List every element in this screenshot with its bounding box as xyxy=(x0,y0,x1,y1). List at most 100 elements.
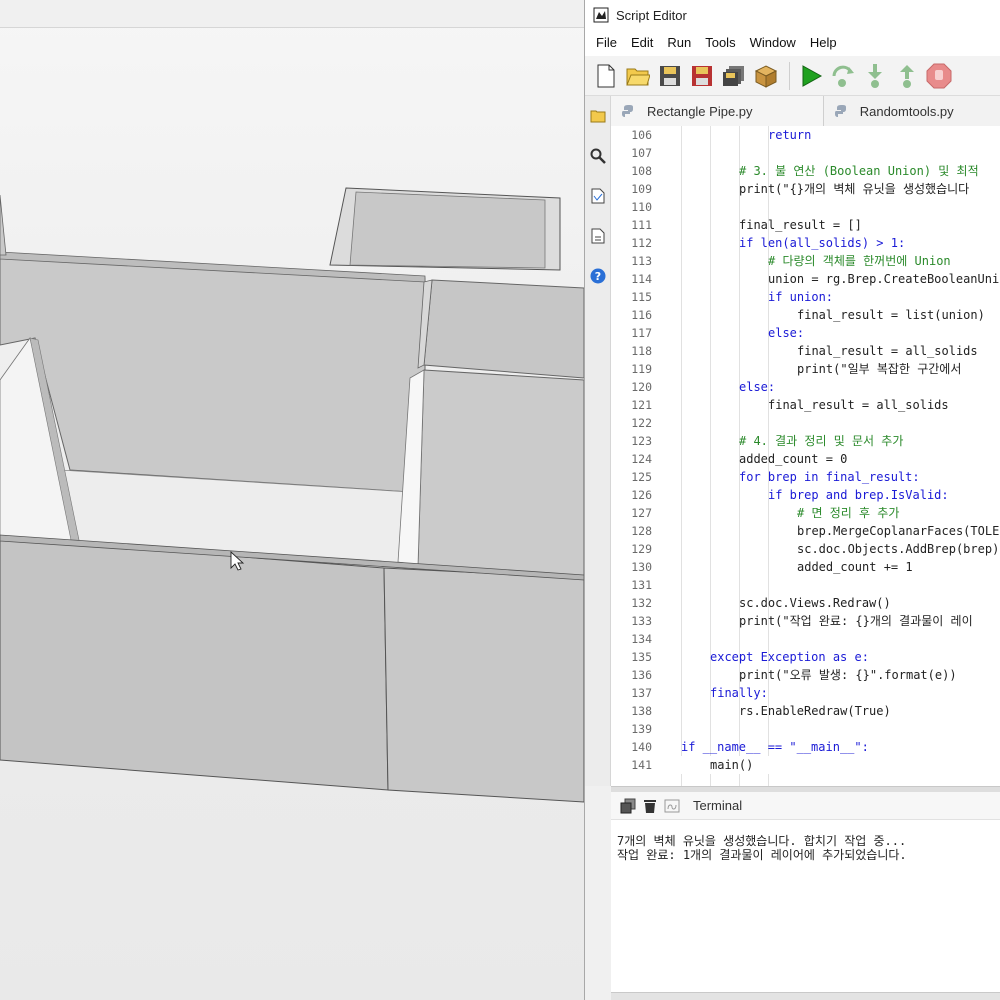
code-line: 128 brep.MergeCoplanarFaces(TOLE xyxy=(611,522,1000,540)
line-number: 107 xyxy=(631,146,652,160)
bottom-panel-tabs[interactable] xyxy=(611,992,1000,1000)
line-number: 114 xyxy=(631,272,652,286)
line-number: 124 xyxy=(631,452,652,466)
tab-rectangle-pipe[interactable]: Rectangle Pipe.py xyxy=(611,96,824,126)
line-number: 113 xyxy=(631,254,652,268)
tab-randomtools[interactable]: Randomtools.py xyxy=(823,96,1000,126)
menu-edit[interactable]: Edit xyxy=(624,30,660,56)
menu-run[interactable]: Run xyxy=(660,30,698,56)
menu-window[interactable]: Window xyxy=(743,30,803,56)
save-button[interactable] xyxy=(655,61,685,91)
line-number: 108 xyxy=(631,164,652,178)
document-button[interactable] xyxy=(585,176,611,216)
save-all-button[interactable] xyxy=(719,61,749,91)
line-number: 120 xyxy=(631,380,652,394)
file-icon xyxy=(591,228,605,244)
trash-icon xyxy=(644,799,656,813)
code-line: 136 print("오류 발생: {}".format(e)) xyxy=(611,666,1000,684)
line-number: 119 xyxy=(631,362,652,376)
code-lines: 106 return 107 108 # 3. 불 연산 (Boolean Union)… xyxy=(611,126,1000,774)
code-text: # 다량의 객체를 한꺼번에 Union xyxy=(768,254,951,268)
python-file-icon xyxy=(622,105,633,117)
code-text: final_result = list(union) xyxy=(797,308,985,322)
line-number: 106 xyxy=(631,128,652,142)
code-text: # 면 정리 후 추가 xyxy=(797,506,900,520)
line-number: 126 xyxy=(631,488,652,502)
right-middle-wall xyxy=(417,369,584,579)
tab-label: Rectangle Pipe.py xyxy=(647,103,753,119)
code-text: print("{}개의 벽체 유닛을 생성했습니다 xyxy=(739,182,970,196)
run-button[interactable] xyxy=(796,61,826,91)
step-over-button[interactable] xyxy=(828,61,858,91)
wrap-output-button[interactable] xyxy=(661,795,683,817)
editor-side-strip: ? xyxy=(585,96,611,786)
line-number: 132 xyxy=(631,596,652,610)
code-line: 122 xyxy=(611,414,1000,432)
help-icon: ? xyxy=(590,268,606,284)
back-wall-right-inner xyxy=(349,191,546,269)
code-line: 118 final_result = all_solids xyxy=(611,342,1000,360)
line-number: 134 xyxy=(631,632,652,646)
search-button[interactable] xyxy=(585,136,611,176)
line-number: 136 xyxy=(631,668,652,682)
editor-toolbar xyxy=(585,56,1000,96)
code-text: union = rg.Brep.CreateBooleanUni xyxy=(768,272,1000,286)
code-text: added_count += 1 xyxy=(797,560,913,574)
new-file-button[interactable] xyxy=(591,61,621,91)
folder-icon xyxy=(590,110,606,123)
line-number: 112 xyxy=(631,236,652,250)
copy-icon xyxy=(620,798,636,813)
copy-output-button[interactable] xyxy=(617,795,639,817)
terminal-output[interactable]: 7개의 벽체 유닛을 생성했습니다. 합치기 작업 중... 작업 완료: 1개의… xyxy=(611,820,1000,862)
save-as-icon xyxy=(692,65,712,86)
code-text: if __name__ == "__main__": xyxy=(681,740,869,754)
run-icon xyxy=(802,64,823,87)
step-out-button[interactable] xyxy=(892,61,922,91)
code-text: rs.EnableRedraw(True) xyxy=(739,704,891,718)
step-into-icon xyxy=(868,63,882,88)
code-text: print("일부 복잡한 구간에서 xyxy=(797,362,962,376)
clear-output-button[interactable] xyxy=(639,795,661,817)
code-line: 133 print("작업 완료: {}개의 결과물이 레이 xyxy=(611,612,1000,630)
script-editor-window: Script Editor File Edit Run Tools Window… xyxy=(584,0,1000,1000)
explorer-button[interactable] xyxy=(585,96,611,136)
svg-text:?: ? xyxy=(595,270,601,283)
file-button[interactable] xyxy=(585,216,611,256)
code-text: else: xyxy=(739,380,776,394)
code-line: 120 else: xyxy=(611,378,1000,396)
tab-label: Randomtools.py xyxy=(859,103,954,119)
line-number: 137 xyxy=(631,686,652,700)
menu-file[interactable]: File xyxy=(589,30,624,56)
code-line: 140 if __name__ == "__main__": xyxy=(611,738,1000,756)
code-line: 123 # 4. 결과 정리 및 문서 추가 xyxy=(611,432,1000,450)
code-line: 129 sc.doc.Objects.AddBrep(brep) xyxy=(611,540,1000,558)
package-icon xyxy=(754,64,778,88)
package-button[interactable] xyxy=(751,61,781,91)
rhino-app-icon xyxy=(593,7,609,23)
code-editor[interactable]: 106 return 107 108 # 3. 불 연산 (Boolean Union)… xyxy=(611,126,1000,786)
line-number: 139 xyxy=(631,722,652,736)
code-text: else: xyxy=(768,326,805,340)
code-text: # 3. 불 연산 (Boolean Union) 및 최적 xyxy=(739,164,979,178)
code-text: final_result = [] xyxy=(739,218,862,232)
rhino-viewport[interactable] xyxy=(0,0,584,1000)
code-text: if brep and brep.IsValid: xyxy=(768,488,949,502)
open-file-button[interactable] xyxy=(623,61,653,91)
far-left-wall xyxy=(0,194,7,256)
code-line: 124 added_count = 0 xyxy=(611,450,1000,468)
new-file-icon xyxy=(597,64,615,87)
code-line: 111 final_result = [] xyxy=(611,216,1000,234)
menu-tools[interactable]: Tools xyxy=(698,30,742,56)
code-line: 108 # 3. 불 연산 (Boolean Union) 및 최적 xyxy=(611,162,1000,180)
stop-button[interactable] xyxy=(924,61,954,91)
save-as-button[interactable] xyxy=(687,61,717,91)
code-text: print("작업 완료: {}개의 결과물이 레이 xyxy=(739,614,973,628)
code-line: 131 xyxy=(611,576,1000,594)
menu-help[interactable]: Help xyxy=(803,30,844,56)
code-text: finally: xyxy=(710,686,768,700)
stop-icon xyxy=(926,63,952,88)
help-button[interactable]: ? xyxy=(585,256,611,296)
line-number: 121 xyxy=(631,398,652,412)
step-into-button[interactable] xyxy=(860,61,890,91)
code-line: 112 if len(all_solids) > 1: xyxy=(611,234,1000,252)
